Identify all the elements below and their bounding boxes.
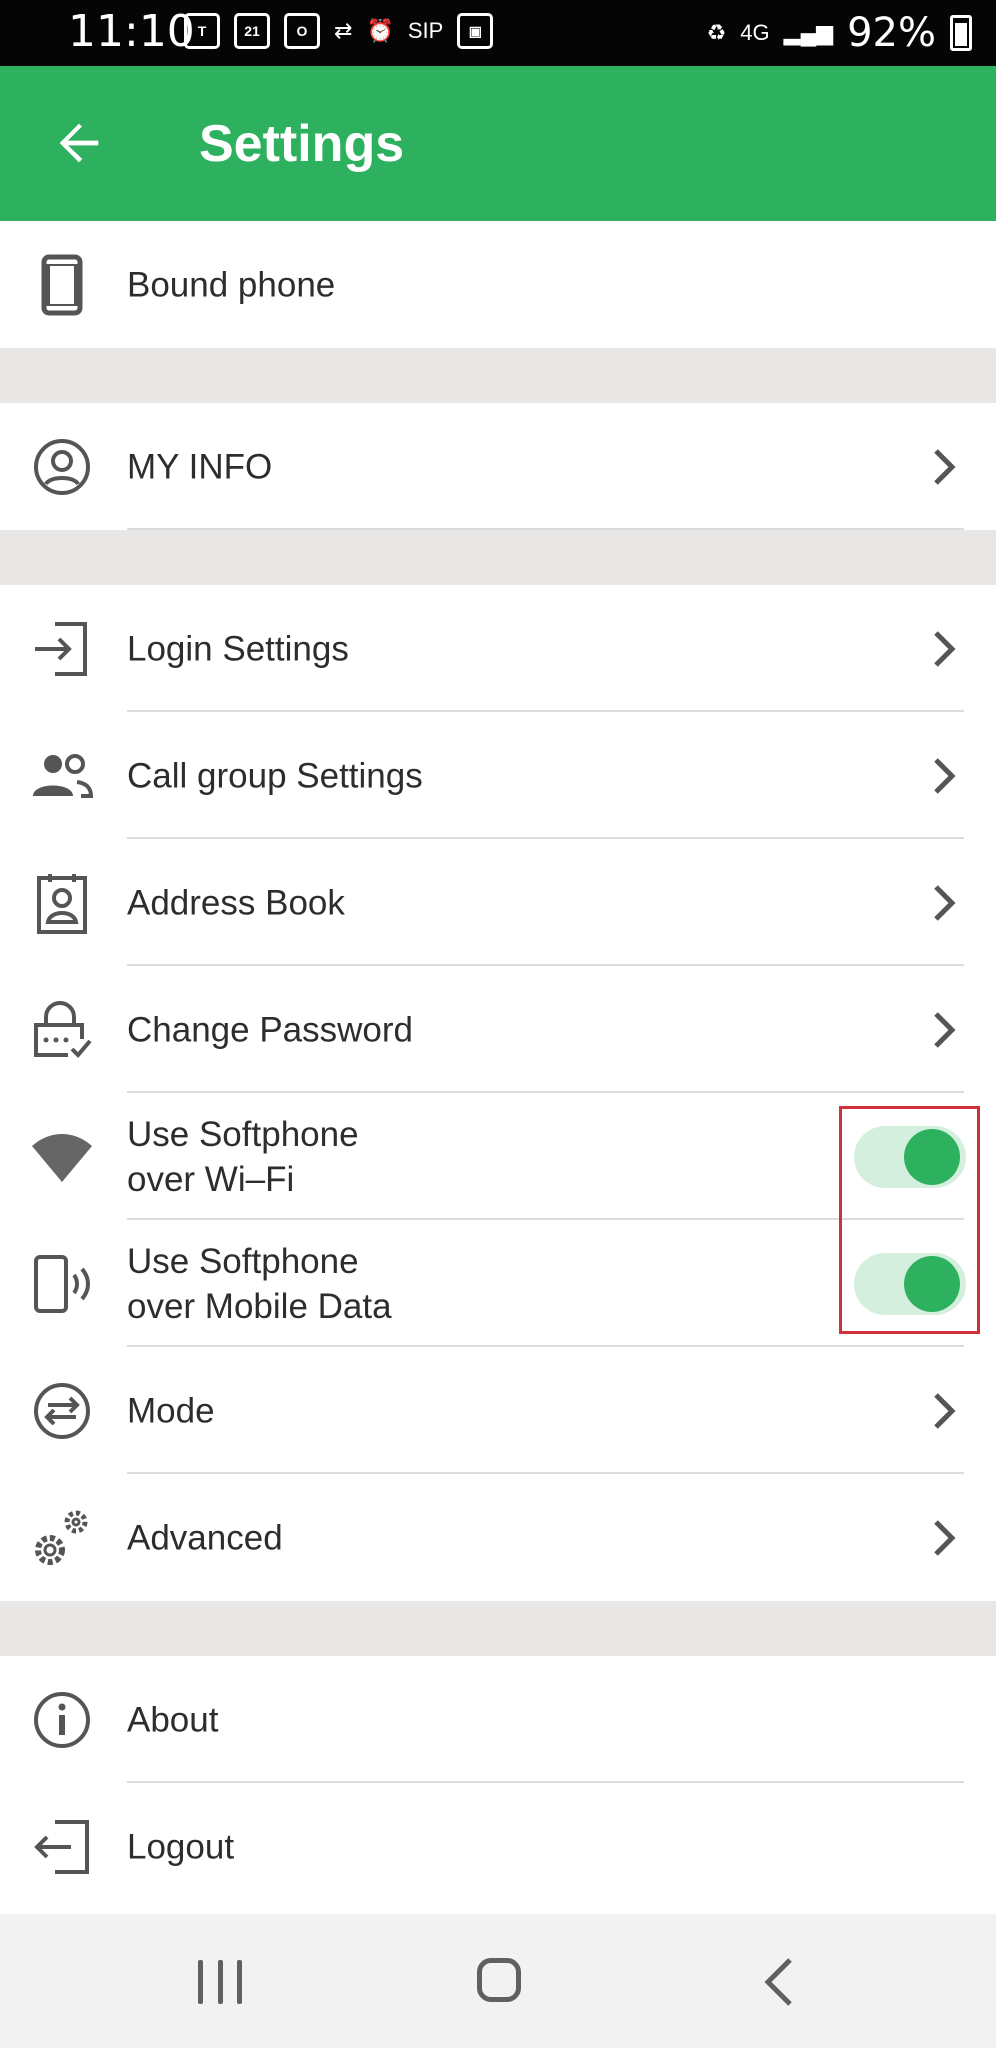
- teams-icon: T: [184, 13, 220, 49]
- settings-row-logout[interactable]: Logout: [0, 1783, 996, 1910]
- battery-percent: 92%: [847, 10, 936, 56]
- section-divider: [0, 348, 996, 403]
- settings-row-label: Logout: [127, 1827, 235, 1866]
- status-bar: 11:10 T 21 O ⇄ ⏰ SIP ▣ ♻ 4G ▂▄▆ 92%: [0, 0, 996, 66]
- phone-vibrate-icon: [30, 1252, 94, 1316]
- lock-check-icon: [30, 998, 94, 1062]
- group-icon: [30, 744, 94, 808]
- settings-row-address-book[interactable]: Address Book: [0, 839, 996, 966]
- image-icon: ▣: [457, 13, 494, 49]
- chevron-right-icon: [934, 448, 956, 485]
- settings-row-call-group-settings[interactable]: Call group Settings: [0, 712, 996, 839]
- nav-back-button[interactable]: [760, 1954, 800, 2010]
- settings-row-login-settings[interactable]: Login Settings: [0, 585, 996, 712]
- status-time: 11:10: [68, 6, 195, 57]
- settings-row-label: MY INFO: [127, 447, 273, 486]
- settings-row-change-password[interactable]: Change Password: [0, 966, 996, 1093]
- info-icon: [30, 1688, 94, 1752]
- alarm-icon: ⏰: [366, 18, 394, 43]
- toggle-highlight-box: [839, 1106, 980, 1334]
- settings-row-label: Use Softphone over Wi–Fi: [127, 1114, 359, 1199]
- swap-circle-icon: [30, 1379, 94, 1443]
- settings-row-bound-phone[interactable]: Bound phone: [0, 221, 996, 348]
- app-bar: Settings: [0, 66, 996, 221]
- settings-row-my-info[interactable]: MY INFO: [0, 403, 996, 530]
- settings-row-label: Login Settings: [127, 629, 349, 668]
- settings-row-label: Address Book: [127, 883, 345, 922]
- wifi-icon: [30, 1125, 94, 1189]
- calendar-icon: 21: [234, 13, 270, 49]
- phone-icon: [30, 253, 94, 317]
- settings-row-label: Change Password: [127, 1010, 413, 1049]
- signal-icon: ▂▄▆: [783, 20, 834, 45]
- settings-row-label: Call group Settings: [127, 756, 423, 795]
- chevron-right-icon: [934, 884, 956, 921]
- page-title: Settings: [199, 115, 405, 173]
- settings-row-label: Bound phone: [127, 265, 336, 304]
- section-divider: [0, 530, 996, 585]
- section-divider: [0, 1601, 996, 1656]
- status-system-icons: ♻ 4G ▂▄▆ 92%: [707, 10, 972, 56]
- sip-label: SIP: [407, 18, 444, 43]
- sync-icon: ⇄: [334, 18, 353, 43]
- settings-row-mode[interactable]: Mode: [0, 1347, 996, 1474]
- chevron-right-icon: [934, 757, 956, 794]
- system-nav-bar: [0, 1914, 996, 2048]
- recent-apps-button[interactable]: [198, 1960, 242, 2004]
- settings-row-label: Advanced: [127, 1518, 283, 1557]
- settings-row-advanced[interactable]: Advanced: [0, 1474, 996, 1601]
- login-icon: [30, 617, 94, 681]
- chevron-right-icon: [934, 1011, 956, 1048]
- logout-icon: [30, 1815, 94, 1879]
- chevron-right-icon: [934, 1519, 956, 1556]
- network-type-label: 4G: [740, 20, 770, 45]
- chevron-right-icon: [934, 630, 956, 667]
- contact-card-icon: [30, 871, 94, 935]
- home-button[interactable]: [477, 1958, 521, 2002]
- settings-row-label: About: [127, 1700, 219, 1739]
- back-arrow-icon[interactable]: [50, 114, 108, 172]
- outlook-icon: O: [284, 13, 320, 49]
- status-notification-icons: T 21 O ⇄ ⏰ SIP ▣: [184, 13, 494, 49]
- chevron-right-icon: [934, 1392, 956, 1429]
- settings-row-label: Mode: [127, 1391, 215, 1430]
- battery-icon: [950, 15, 972, 51]
- account-circle-icon: [30, 435, 94, 499]
- gears-icon: [30, 1506, 94, 1570]
- battery-saver-icon: ♻: [706, 20, 727, 45]
- settings-row-label: Use Softphone over Mobile Data: [127, 1241, 392, 1326]
- settings-row-about[interactable]: About: [0, 1656, 996, 1783]
